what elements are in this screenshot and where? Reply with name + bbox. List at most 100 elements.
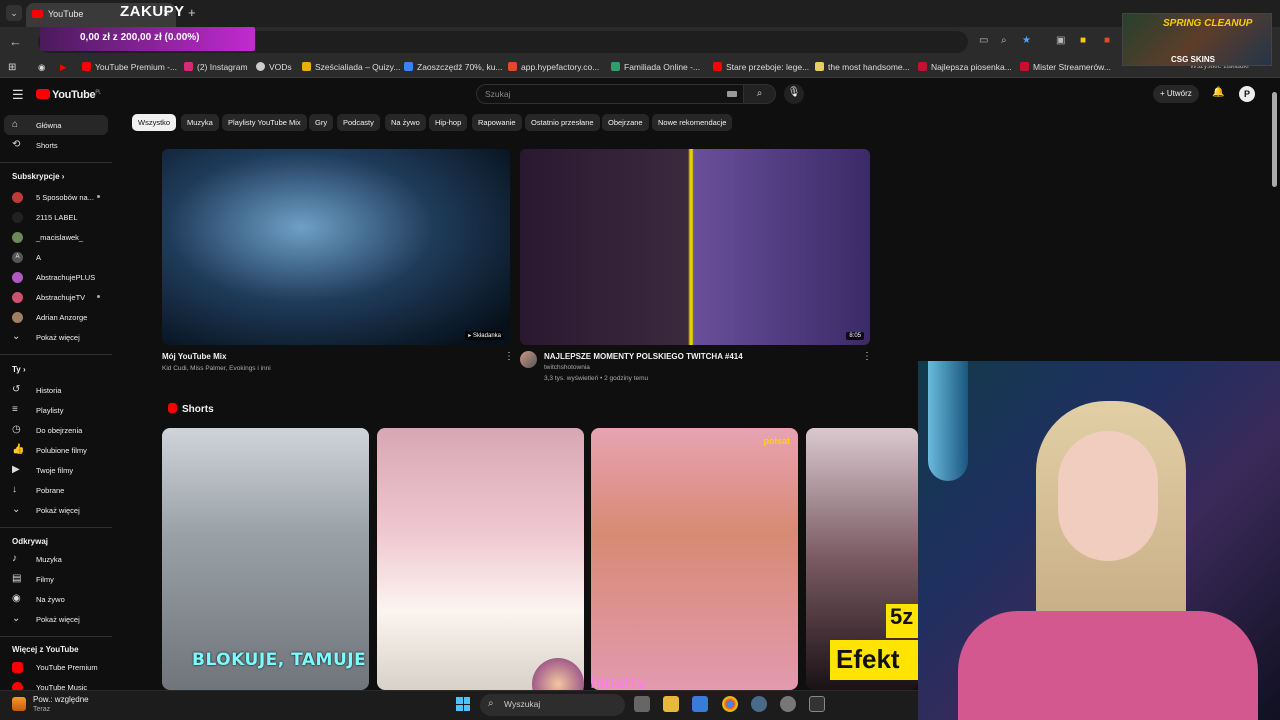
sidebar-item-sub-2[interactable]: _macislawek_ [4,227,108,247]
create-button[interactable]: + Utwórz [1153,85,1199,103]
sidebar-item-show-more-subs[interactable]: ⌄ Pokaż więcej [4,327,108,347]
bookmarks-bar: ⊞ ◉ ▶ YouTube Premium -... (2) Instagram… [0,56,1280,78]
terminal-icon[interactable] [809,696,825,712]
chevron-down-icon: ⌄ [12,504,21,515]
sidebar-item-liked[interactable]: 👍 Polubione filmy [4,440,108,460]
short-thumbnail[interactable]: 5z Efekt [806,428,918,690]
youtube-premium-icon [12,662,23,673]
sidebar-item-downloads[interactable]: ↓ Pobrane [4,480,108,500]
bookmark-youtube-icon[interactable]: ▶ [60,62,67,73]
bookmark-6[interactable]: Familiada Online -... [611,62,700,72]
zoom-icon[interactable]: ⌕ [1001,35,1007,46]
more-options-icon[interactable]: ⋮ [862,351,872,362]
video-title[interactable]: NAJLEPSZE MOMENTY POLSKIEGO TWITCHA #414 [544,352,743,361]
you-header[interactable]: Ty › [12,365,26,374]
video-thumbnail-mix[interactable]: ▸ Składanka [162,149,510,345]
sidebar-item-shorts[interactable]: ⟲ Shorts [4,135,108,155]
bookmark-icon-a[interactable]: ◉ [38,62,45,73]
video-thumbnail-twitch[interactable]: 8:05 [520,149,870,345]
hamburger-menu-icon[interactable]: ☰ [12,87,24,103]
windows-start-icon[interactable] [456,697,470,711]
chip-ostatnio-przeslane[interactable]: Ostatnio przesłane [525,114,600,131]
scrollbar-thumb[interactable] [1272,92,1277,187]
youtube-favicon-icon [32,10,43,18]
sidebar-item-home[interactable]: ⌂ Główna [4,115,108,135]
chip-obejrzane[interactable]: Obejrzane [602,114,649,131]
sidebar-item-sub-6[interactable]: Adrian Anzorge [4,307,108,327]
sidebar-item-live[interactable]: ◉ Na żywo [4,589,108,609]
microphone-icon: 🎙 [787,87,801,98]
cast-icon[interactable]: ▭ [979,35,988,46]
sidebar-item-show-more-you[interactable]: ⌄ Pokaż więcej [4,500,108,520]
sidebar-item-sub-5[interactable]: AbstrachujeTV [4,287,108,307]
bookmark-0[interactable]: YouTube Premium -... [82,62,177,72]
back-icon[interactable]: ← [9,34,22,49]
sidebar-item-your-videos[interactable]: ▶ Twoje filmy [4,460,108,480]
bookmark-star-icon[interactable]: ★ [1022,35,1031,46]
chip-hip-hop[interactable]: Hip-hop [429,114,468,131]
short-thumbnail[interactable]: BLOKUJE, TAMUJE [162,428,369,690]
notifications-bell-icon[interactable]: 🔔 [1212,87,1224,98]
keyboard-icon[interactable] [727,91,737,97]
chrome-icon[interactable] [722,696,738,712]
extension-icon[interactable]: ▣ [1056,35,1065,46]
more-options-icon[interactable]: ⋮ [504,351,514,362]
video-title[interactable]: Mój YouTube Mix [162,352,226,361]
apps-grid-icon[interactable]: ⊞ [8,62,16,73]
page-scrollbar[interactable] [1271,80,1278,362]
youtube-logo-icon [36,89,50,99]
new-content-dot [97,295,100,298]
bookmark-8[interactable]: the most handsome... [815,62,910,72]
sidebar-item-movies[interactable]: ▤ Filmy [4,569,108,589]
voice-search-button[interactable]: 🎙 [784,84,804,104]
sidebar-item-sub-0[interactable]: 5 Sposobów na... [4,187,108,207]
app-icon[interactable] [780,696,796,712]
sidebar-item-sub-3[interactable]: AA [4,247,108,267]
file-explorer-icon[interactable] [663,696,679,712]
chip-muzyka[interactable]: Muzyka [181,114,219,131]
bookmark-10[interactable]: Mister Streamerów... [1020,62,1111,72]
chip-podcasty[interactable]: Podcasty [337,114,380,131]
stream-overlay-title: ZAKUPY [120,3,185,20]
search-button[interactable]: ⌕ [744,84,776,104]
sidebar-item-history[interactable]: ↺ Historia [4,380,108,400]
chip-playlisty-mix[interactable]: Playlisty YouTube Mix [222,114,307,131]
channel-avatar[interactable] [520,351,537,368]
sidebar-item-playlists[interactable]: ≡ Playlisty [4,400,108,420]
subscriptions-header[interactable]: Subskrypcje › [12,172,64,181]
chip-wszystko[interactable]: Wszystko [132,114,177,131]
youtube-logo[interactable]: YouTubePL [36,89,101,101]
sponsor-banner-brand: CSG SKINS [1171,55,1216,64]
taskbar-search-input[interactable]: ⌕ Wyszukaj [480,694,625,716]
sidebar-item-youtube-premium[interactable]: YouTube Premium [4,657,108,677]
sidebar-item-music[interactable]: ♪ Muzyka [4,549,108,569]
store-icon[interactable] [692,696,708,712]
sidebar-item-watch-later[interactable]: ◷ Do obejrzenia [4,420,108,440]
sidebar-item-show-more-explore[interactable]: ⌄ Pokaż więcej [4,609,108,629]
bookmark-9[interactable]: Najlepsza piosenka... [918,62,1012,72]
donation-goal-text: 0,00 zł z 200,00 zł (0.00%) [80,32,200,43]
bookmark-1[interactable]: (2) Instagram [184,62,248,72]
sidebar-item-sub-1[interactable]: 2115 LABEL [4,207,108,227]
bookmark-7[interactable]: Stare przeboje: lege... [713,62,809,72]
chip-nowe-rekomendacje[interactable]: Nowe rekomendacje [652,114,733,131]
extension-red-icon[interactable]: ■ [1104,35,1110,46]
bookmark-5[interactable]: app.hypefactory.co... [508,62,599,72]
new-tab-button[interactable]: + [188,5,196,20]
tab-search-button[interactable]: ⌄ [6,5,22,21]
extension-yellow-icon[interactable]: ■ [1080,35,1086,46]
short-thumbnail[interactable]: polsat [591,428,798,690]
task-view-icon[interactable] [634,696,650,712]
bookmark-3[interactable]: Sześcialiada – Quizy... [302,62,400,72]
chip-gry[interactable]: Gry [309,114,334,131]
video-channel[interactable]: twitchshotownia [544,364,590,371]
avatar[interactable]: P [1239,86,1255,102]
search-input[interactable]: Szukaj [476,84,744,104]
chip-na-zywo[interactable]: Na żywo [385,114,426,131]
bookmark-2[interactable]: VODs [256,62,292,72]
sidebar-item-sub-4[interactable]: AbstrachujePLUS [4,267,108,287]
short-thumbnail[interactable] [377,428,584,690]
bookmark-4[interactable]: Zaoszczędź 70%, ku... [404,62,503,72]
chip-rapowanie[interactable]: Rapowanie [472,114,522,131]
settings-icon[interactable] [751,696,767,712]
